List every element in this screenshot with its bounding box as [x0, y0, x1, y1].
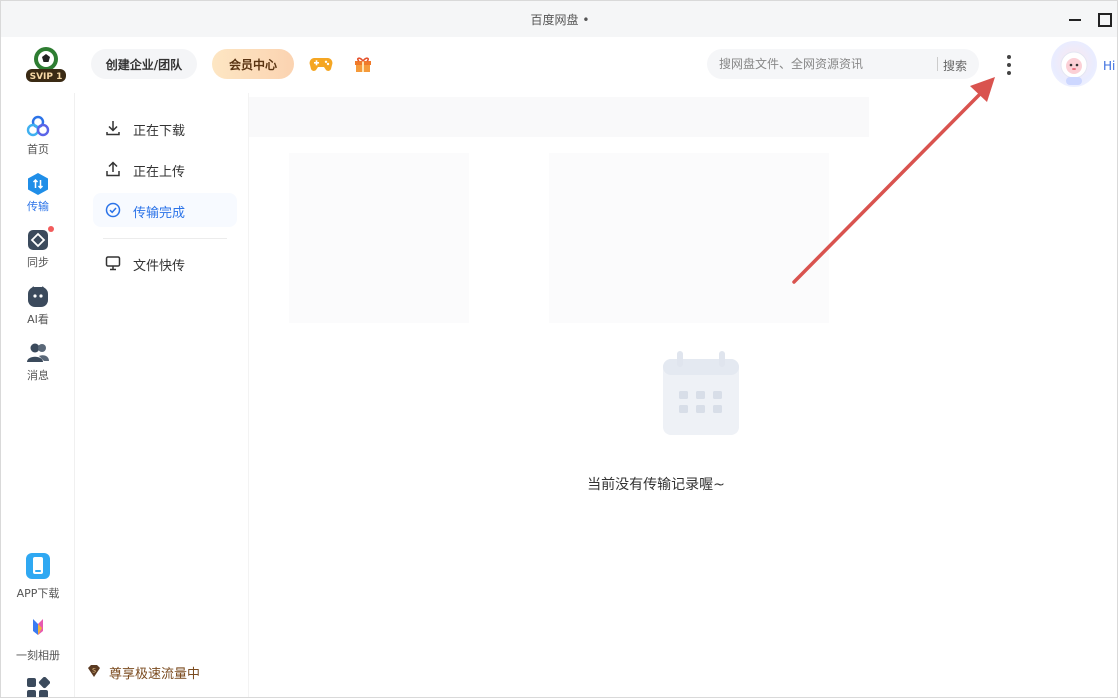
sidebar-item-transfer[interactable]: 传输 — [1, 172, 75, 224]
search-box: 搜索 — [707, 49, 979, 79]
main-content: 当前没有传输记录喔~ — [249, 93, 1117, 697]
download-icon — [105, 120, 121, 136]
vip-center-button[interactable]: 会员中心 — [212, 49, 294, 79]
sidebar-item-ai-view[interactable]: AI看 — [1, 285, 75, 337]
apps-grid-icon — [26, 676, 51, 697]
header: SVIP 1 创建企业/团队 会员中心 搜索 — [1, 37, 1117, 93]
sidebar-item-app-download[interactable]: APP下载 — [1, 553, 75, 605]
sidebar-item-label: APP下载 — [16, 587, 60, 600]
app-window: 百度网盘 • SVIP 1 创建企业/团队 会员中心 搜网盘文件、全网资源资讯 … — [0, 0, 1118, 698]
upload-icon — [105, 161, 121, 177]
sync-icon — [26, 228, 50, 252]
monitor-icon — [105, 255, 121, 271]
notification-dot — [48, 226, 54, 232]
sidebar-item-label: 同步 — [27, 256, 49, 269]
sidebar-item-more-apps[interactable] — [1, 676, 75, 697]
search-button[interactable]: 搜索 — [943, 57, 967, 74]
menu-item-label: 文件快传 — [133, 259, 186, 274]
ai-view-icon — [26, 285, 50, 309]
check-circle-icon — [105, 202, 121, 218]
create-team-button[interactable]: 创建企业/团队 — [91, 49, 197, 79]
menu-item-quick-transfer[interactable]: 文件快传 — [93, 246, 237, 280]
avatar[interactable] — [1051, 41, 1097, 87]
menu-divider — [103, 238, 227, 239]
diamond-badge-icon: S — [87, 663, 101, 677]
svip-logo[interactable]: SVIP 1 — [23, 45, 69, 85]
menu-item-label: 传输完成 — [133, 206, 186, 221]
menu-item-label: 正在上传 — [133, 165, 186, 180]
gamepad-icon[interactable] — [309, 55, 333, 73]
sidebar-item-label: 传输 — [27, 200, 49, 213]
gift-icon[interactable] — [353, 54, 373, 74]
menu-item-downloading[interactable]: 正在下载 — [93, 111, 237, 145]
menu-item-completed[interactable]: 传输完成 — [93, 193, 237, 227]
main-sidebar: 首页 传输 同步 AI看 消息 APP下载 一刻相册 — [1, 93, 75, 697]
empty-state-text: 当前没有传输记录喔~ — [587, 477, 725, 493]
more-options-icon[interactable] — [999, 53, 1019, 77]
sidebar-item-label: AI看 — [27, 313, 49, 326]
svip-logo-text: SVIP 1 — [30, 72, 63, 82]
background-placeholder — [289, 153, 469, 323]
sidebar-item-label: 首页 — [27, 143, 49, 156]
menu-item-label: 正在下载 — [133, 124, 186, 139]
sidebar-item-label: 一刻相册 — [16, 649, 60, 662]
background-placeholder — [249, 97, 869, 137]
message-icon — [26, 341, 50, 365]
sidebar-item-messages[interactable]: 消息 — [1, 341, 75, 393]
sidebar-item-sync[interactable]: 同步 — [1, 226, 75, 280]
search-input[interactable] — [719, 56, 929, 72]
sidebar-item-album[interactable]: 一刻相册 — [1, 615, 75, 667]
search-divider — [937, 57, 938, 71]
empty-calendar-icon — [661, 349, 741, 437]
transfer-menu-panel: 正在下载 正在上传 传输完成 文件快传 S 尊享极速流量中 — [75, 93, 249, 697]
sidebar-item-label: 消息 — [27, 369, 49, 382]
maximize-button[interactable] — [1091, 7, 1115, 31]
menu-item-uploading[interactable]: 正在上传 — [93, 152, 237, 186]
title-bar: 百度网盘 • — [1, 1, 1117, 37]
window-title: 百度网盘 • — [530, 13, 590, 27]
sidebar-item-home[interactable]: 首页 — [1, 115, 75, 167]
album-icon — [26, 615, 50, 639]
transfer-icon — [26, 172, 50, 196]
home-icon — [26, 115, 50, 139]
phone-icon — [26, 553, 50, 579]
speed-status-label: 尊享极速流量中 — [109, 667, 201, 682]
minimize-button[interactable] — [1063, 7, 1087, 31]
background-placeholder — [549, 153, 829, 323]
svg-text:S: S — [92, 668, 96, 675]
greeting-text: Hi — [1103, 59, 1116, 73]
